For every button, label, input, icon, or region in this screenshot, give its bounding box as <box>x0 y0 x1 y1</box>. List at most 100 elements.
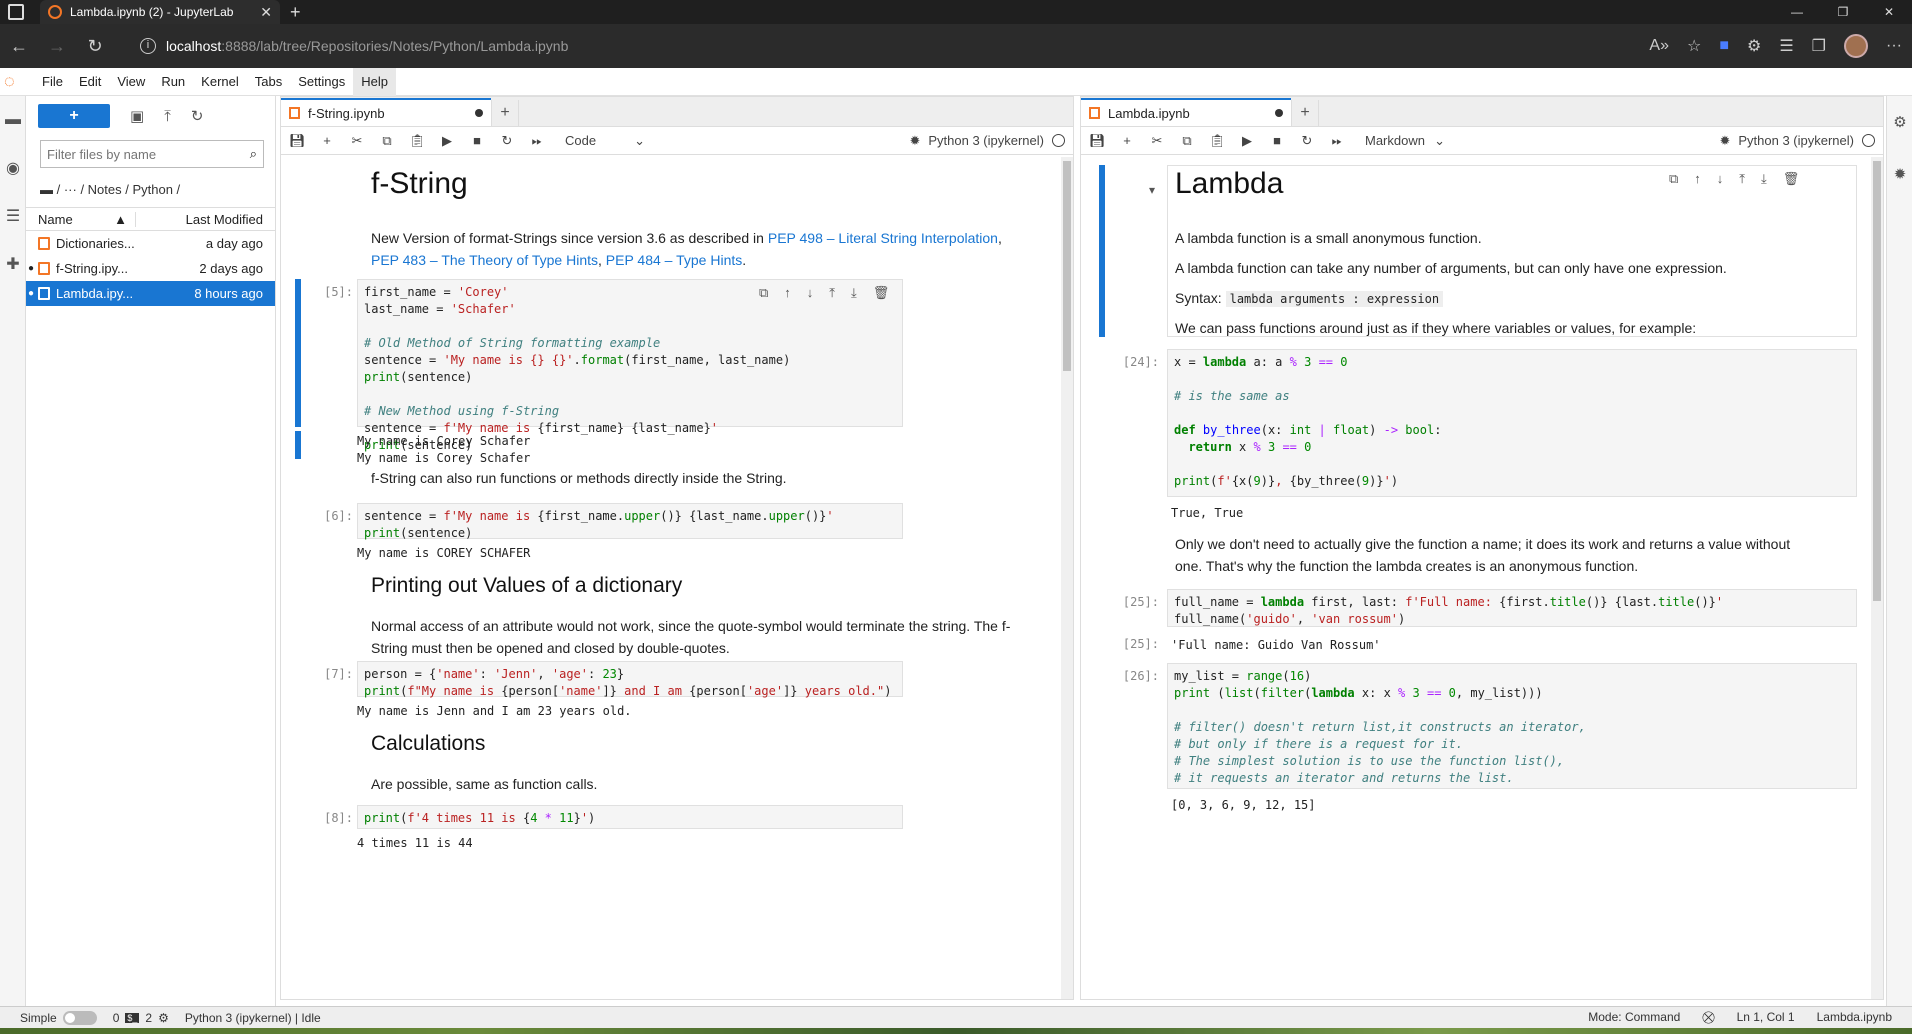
upload-icon[interactable]: ⤒ <box>164 108 171 125</box>
insert-above-icon[interactable]: ⤒ <box>1739 171 1745 187</box>
breadcrumb-path[interactable]: / ··· / Notes / Python / <box>57 182 181 197</box>
copy-icon[interactable]: ⧉ <box>1179 133 1195 149</box>
simple-mode-toggle[interactable] <box>62 1010 97 1025</box>
url-field[interactable]: i localhost:8888/lab/tree/Repositories/N… <box>140 32 1620 60</box>
code-cell[interactable]: my_list = range(16) print (list(filter(l… <box>1167 663 1857 789</box>
avatar[interactable] <box>1844 34 1869 58</box>
run-all-icon[interactable]: ⏩︎ <box>1329 133 1345 149</box>
home-folder-icon[interactable]: ▬ <box>40 182 57 197</box>
property-inspector-icon[interactable]: ⚙ <box>1887 96 1912 148</box>
code-cell[interactable]: first_name = 'Corey' last_name = 'Schafe… <box>357 279 903 452</box>
cursor-position[interactable]: Ln 1, Col 1 <box>1737 1010 1795 1025</box>
code-cell[interactable]: print(f'4 times 11 is {4 * 11}') <box>357 805 903 829</box>
active-cell-marker[interactable] <box>1099 165 1105 337</box>
markdown-heading-cell[interactable]: f-String <box>371 169 468 199</box>
kernel-indicator[interactable]: ✹ Python 3 (ipykernel) <box>1719 133 1875 149</box>
folder-icon[interactable]: ▬ <box>0 96 26 144</box>
tab-lambda[interactable]: Lambda.ipynb <box>1081 98 1291 126</box>
tab-fstring[interactable]: f-String.ipynb <box>281 98 491 126</box>
trust-icon[interactable]: ⛒ <box>1702 1010 1714 1025</box>
restart-icon[interactable]: ↻ <box>1299 133 1315 149</box>
pep483-link[interactable]: PEP 483 – The Theory of Type Hints <box>371 252 598 268</box>
copy-icon[interactable]: ⧉ <box>379 133 395 149</box>
insert-below-icon[interactable]: ⤓ <box>851 285 857 301</box>
terminal-count[interactable]: 0 <box>113 1011 120 1025</box>
kernel-indicator[interactable]: ✹ Python 3 (ipykernel) <box>909 133 1065 149</box>
active-output-marker[interactable] <box>295 431 301 459</box>
stop-icon[interactable]: ■ <box>469 133 485 148</box>
markdown-heading-cell[interactable]: Printing out Values of a dictionary <box>371 575 682 598</box>
restore-icon[interactable]: ❐ <box>1820 0 1866 24</box>
favorites-icon[interactable]: ☰ <box>1779 36 1793 56</box>
add-tab-icon[interactable]: + <box>491 100 519 126</box>
add-tab-icon[interactable]: + <box>1291 100 1319 126</box>
markdown-cell[interactable]: Only we don't need to actually give the … <box>1175 533 1815 577</box>
paste-icon[interactable]: 📋︎ <box>409 133 426 149</box>
pep498-link[interactable]: PEP 498 – Literal String Interpolation <box>768 230 998 246</box>
refresh-icon[interactable]: ↻ <box>191 107 204 125</box>
kernel-count[interactable]: 2 <box>145 1011 152 1025</box>
kernel-status[interactable]: Python 3 (ipykernel) | Idle <box>185 1011 321 1025</box>
save-icon[interactable]: 💾︎ <box>289 133 306 149</box>
column-modified-header[interactable]: Last Modified <box>136 212 275 227</box>
run-icon[interactable]: ▶ <box>439 133 455 149</box>
forward-icon[interactable]: → <box>38 36 76 57</box>
restart-icon[interactable]: ↻ <box>499 133 515 149</box>
unsaved-dot-icon[interactable] <box>475 109 483 117</box>
new-tab-icon[interactable]: + <box>290 0 301 24</box>
move-down-icon[interactable]: ↓ <box>807 285 814 301</box>
menu-file[interactable]: File <box>34 68 71 96</box>
debugger-icon[interactable]: ✹ <box>1719 133 1730 149</box>
markdown-intro-cell[interactable]: New Version of format-Strings since vers… <box>371 227 1011 271</box>
run-icon[interactable]: ▶ <box>1239 133 1255 149</box>
extensions-icon[interactable]: ⚙ <box>1747 36 1761 56</box>
cut-icon[interactable]: ✂ <box>1149 133 1165 149</box>
more-icon[interactable]: ··· <box>1886 37 1902 55</box>
menu-view[interactable]: View <box>109 68 153 96</box>
insert-above-icon[interactable]: ⤒ <box>829 285 835 301</box>
save-icon[interactable]: 💾︎ <box>1089 133 1106 149</box>
close-window-icon[interactable]: ✕ <box>1866 0 1912 24</box>
debugger-icon[interactable]: ✹ <box>1887 148 1912 200</box>
debugger-icon[interactable]: ✹ <box>909 133 920 149</box>
active-cell-marker[interactable] <box>295 279 301 427</box>
site-info-icon[interactable]: i <box>140 38 156 54</box>
browser-tab[interactable]: Lambda.ipynb (2) - JupyterLab ✕ <box>40 0 280 24</box>
breadcrumb[interactable]: ▬ / ··· / Notes / Python / <box>26 172 275 207</box>
delete-cell-icon[interactable]: 🗑︎ <box>1783 171 1800 187</box>
cell-type-select[interactable]: Code ⌄ <box>565 133 645 149</box>
scrollbar[interactable] <box>1871 157 1883 999</box>
cut-icon[interactable]: ✂ <box>349 133 365 149</box>
extension-shield-icon[interactable]: ■ <box>1719 37 1729 55</box>
reload-icon[interactable]: ↻ <box>76 36 114 57</box>
file-row[interactable]: Dictionaries... a day ago <box>26 231 275 256</box>
insert-below-icon[interactable]: ⤓ <box>1761 171 1767 187</box>
collapse-caret-icon[interactable]: ▾ <box>1149 183 1155 197</box>
cell-type-select[interactable]: Markdown ⌄ <box>1365 133 1445 149</box>
duplicate-cell-icon[interactable]: ⧉ <box>759 285 768 301</box>
read-aloud-icon[interactable]: A» <box>1649 37 1669 55</box>
toc-icon[interactable]: ☰ <box>0 192 26 240</box>
new-folder-icon[interactable]: ▣ <box>130 107 144 125</box>
run-all-icon[interactable]: ⏩︎ <box>529 133 545 149</box>
new-launcher-button[interactable]: + <box>38 104 110 128</box>
scrollbar-thumb[interactable] <box>1063 161 1071 371</box>
favorite-icon[interactable]: ☆ <box>1687 36 1701 56</box>
pep484-link[interactable]: PEP 484 – Type Hints <box>606 252 742 268</box>
insert-cell-icon[interactable]: + <box>319 133 335 148</box>
stop-icon[interactable]: ■ <box>1269 133 1285 148</box>
menu-run[interactable]: Run <box>153 68 193 96</box>
filter-files-input[interactable] <box>47 146 250 162</box>
collections-icon[interactable]: ❐ <box>1812 36 1826 56</box>
menu-kernel[interactable]: Kernel <box>193 68 247 96</box>
scrollbar[interactable] <box>1061 157 1073 999</box>
scrollbar-thumb[interactable] <box>1873 161 1881 601</box>
paste-icon[interactable]: 📋︎ <box>1209 133 1226 149</box>
close-tab-icon[interactable]: ✕ <box>260 4 272 21</box>
markdown-cell[interactable]: f-String can also run functions or metho… <box>371 467 787 489</box>
move-up-icon[interactable]: ↑ <box>1694 171 1701 187</box>
delete-cell-icon[interactable]: 🗑︎ <box>873 285 890 301</box>
duplicate-cell-icon[interactable]: ⧉ <box>1669 171 1678 187</box>
unsaved-dot-icon[interactable] <box>1275 109 1283 117</box>
markdown-cell[interactable]: Normal access of an attribute would not … <box>371 615 1011 659</box>
